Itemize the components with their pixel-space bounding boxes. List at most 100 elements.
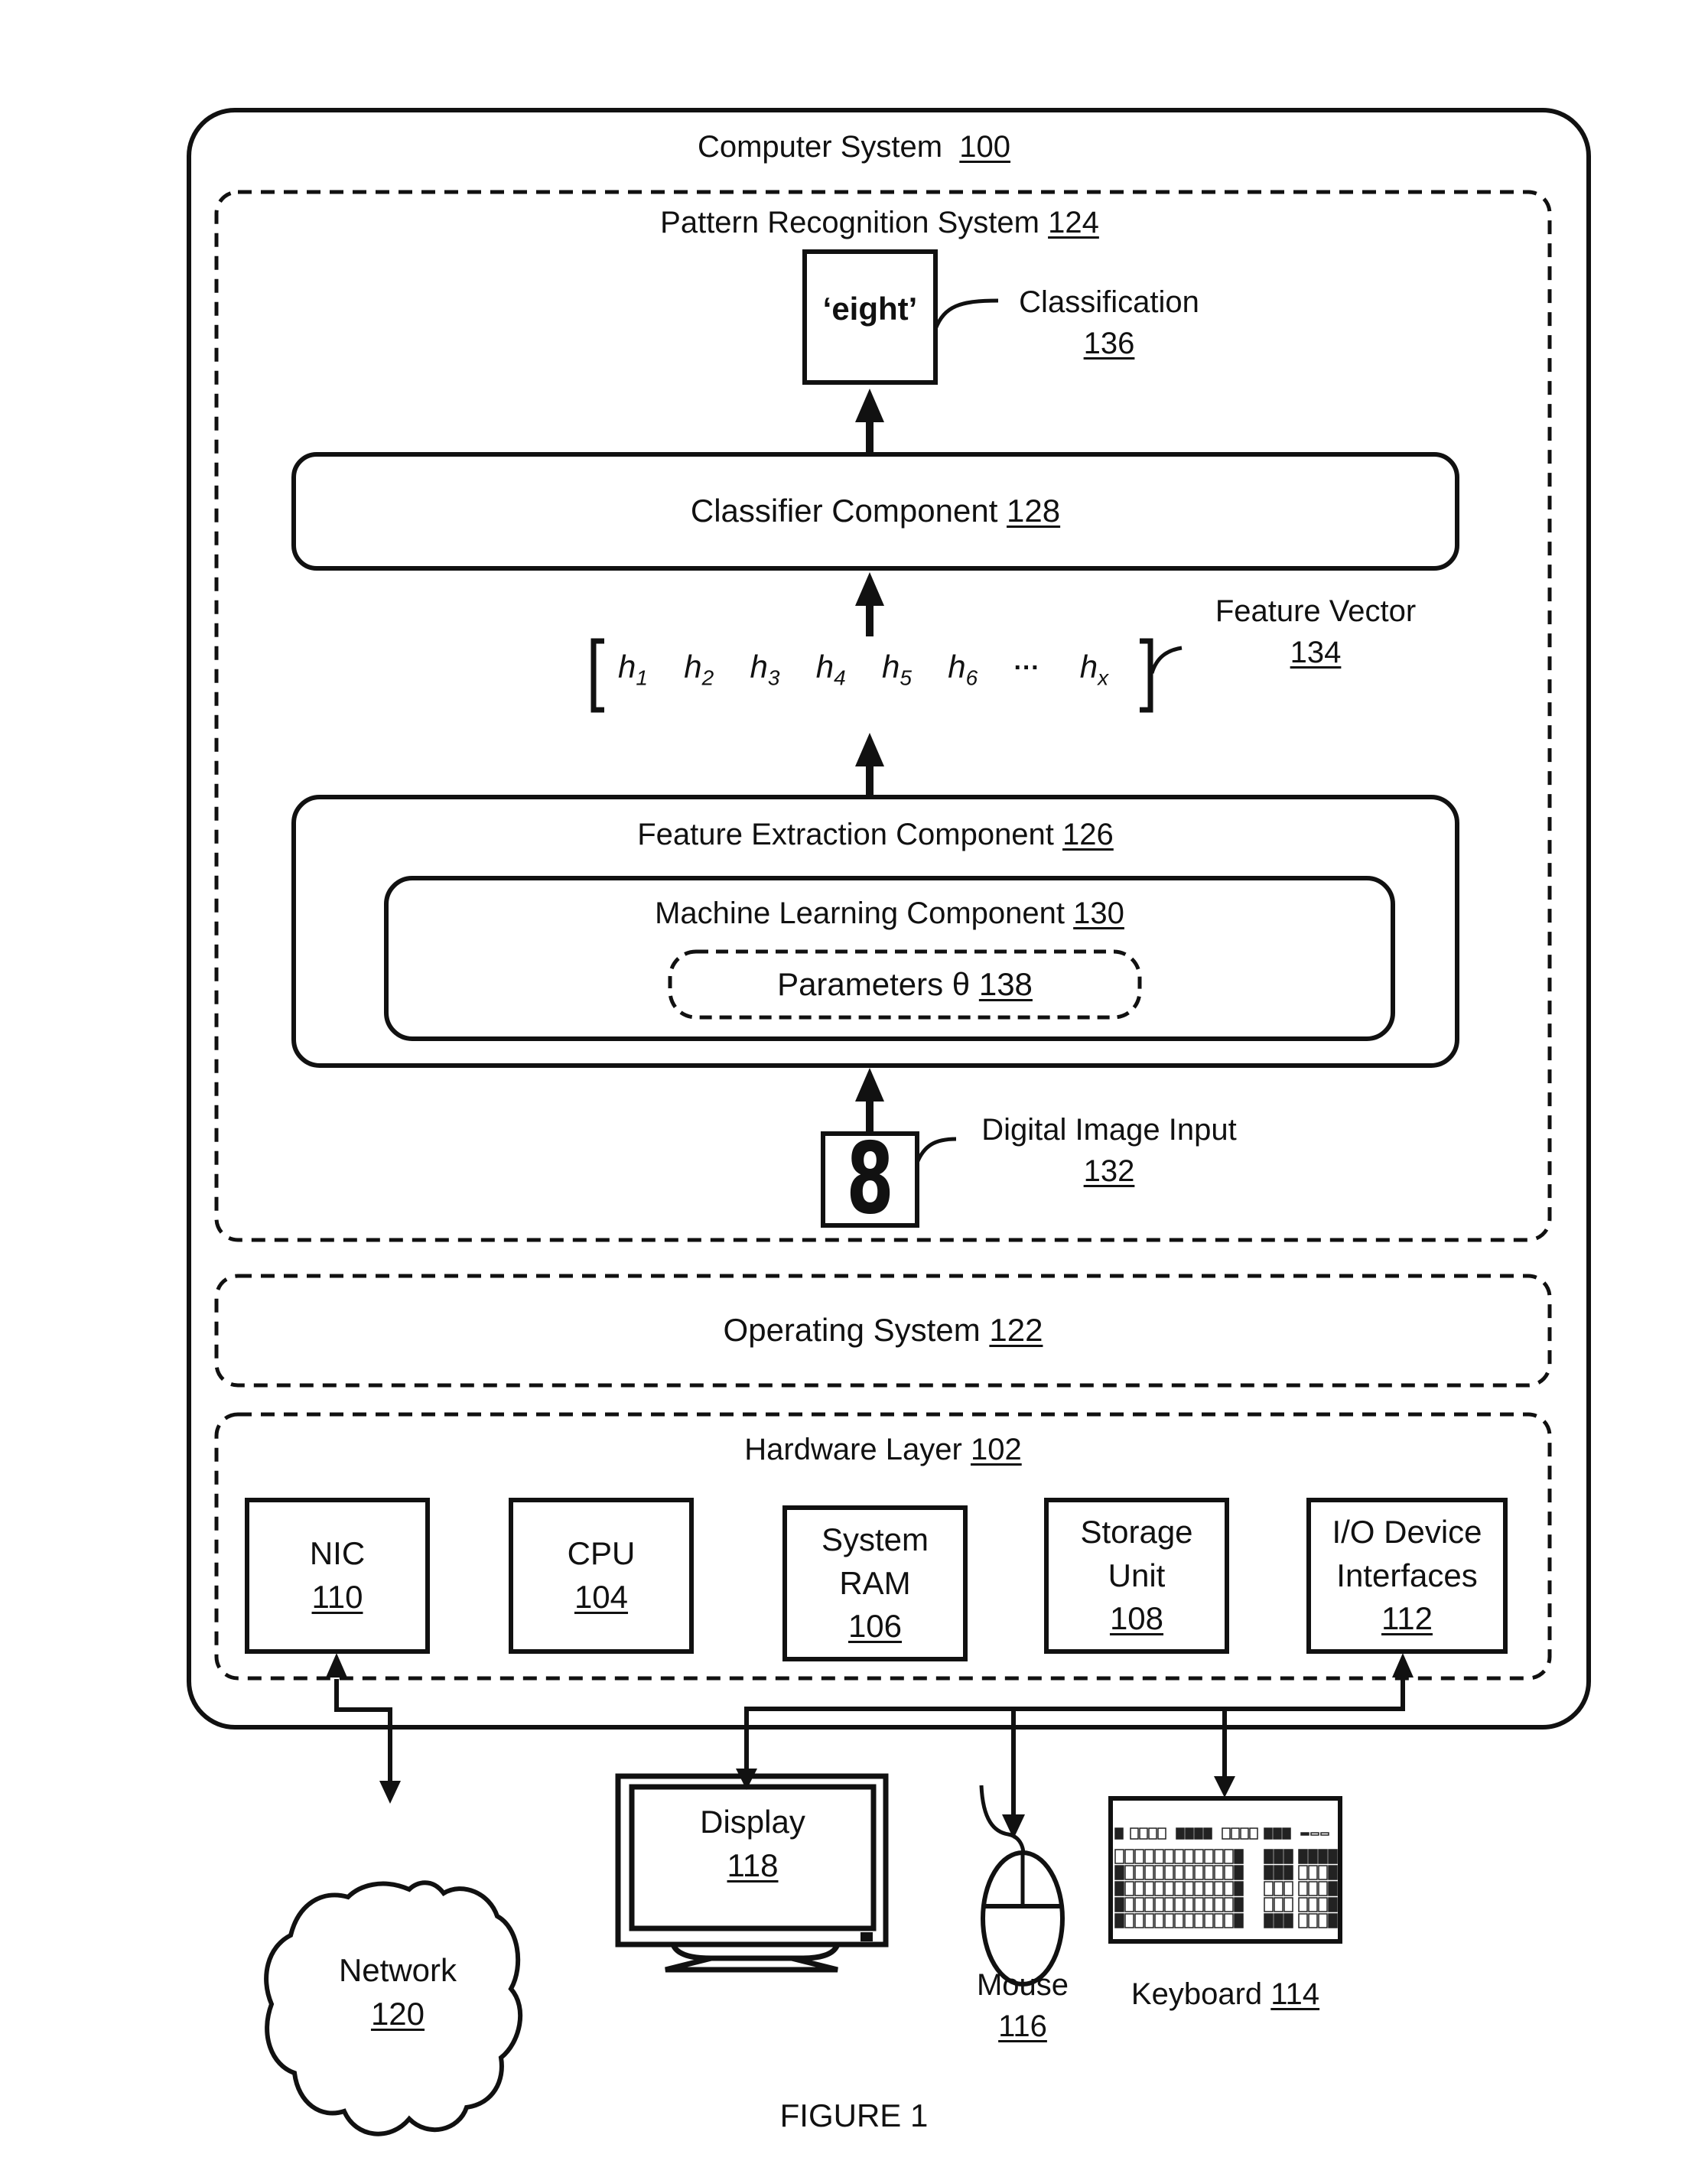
io-label-line1: I/O Device: [1332, 1513, 1482, 1550]
keyboard-key: [1282, 1827, 1291, 1840]
arrowhead-keyboard: [1214, 1776, 1235, 1798]
feature-vector-subscript: 5: [900, 665, 912, 690]
arrowhead-classification: [855, 389, 884, 422]
keyboard-key: [1114, 1913, 1124, 1928]
parameters-ref: 138: [978, 965, 1033, 1002]
keyboard-key: [1184, 1865, 1194, 1880]
keyboard-key: [1308, 1849, 1318, 1864]
feature-extraction-title: Feature Extraction Component 126: [294, 814, 1457, 855]
keyboard-key: [1114, 1865, 1124, 1880]
nic-ref: 110: [311, 1579, 363, 1615]
keyboard-key: [1203, 1827, 1212, 1840]
keyboard-key: [1204, 1897, 1214, 1912]
keyboard-key: [1274, 1881, 1283, 1896]
hardware-storage-unit: Storage Unit 108: [1046, 1500, 1227, 1651]
classifier-label: Classifier Component: [690, 493, 998, 529]
keyboard-key: [1164, 1913, 1174, 1928]
keyboard-key: [1283, 1881, 1293, 1896]
keyboard-key: [1214, 1865, 1224, 1880]
keyboard-key: [1194, 1827, 1203, 1840]
feature-vector-subscript: 2: [701, 665, 714, 690]
keyboard-key: [1234, 1865, 1244, 1880]
keyboard-key: [1114, 1849, 1124, 1864]
keyboard-key: [1264, 1897, 1274, 1912]
keyboard-key: [1134, 1897, 1144, 1912]
keyboard-key: [1214, 1849, 1224, 1864]
feature-vector-element: h5: [882, 649, 912, 690]
keyboard-key: [1194, 1897, 1204, 1912]
classification-output: ‘eight’: [805, 252, 935, 382]
feature-vector: h1 h2 h3 h4 h5 h6 ··· hx: [612, 649, 1140, 702]
ram-label-line1: System: [821, 1521, 929, 1557]
feature-vector-element: h6: [948, 649, 978, 690]
keyboard-key: [1124, 1849, 1134, 1864]
keyboard-key: [1308, 1897, 1318, 1912]
storage-ref: 108: [1109, 1600, 1164, 1637]
nic-network-connector: [334, 1679, 392, 1787]
classification-ref: 136: [1083, 327, 1135, 360]
keyboard-key: [1164, 1865, 1174, 1880]
keyboard-key: [1144, 1849, 1154, 1864]
keyboard-key: [1184, 1849, 1194, 1864]
classifier-component: Classifier Component 128: [294, 454, 1457, 568]
keyboard-key: [1283, 1913, 1293, 1928]
keyboard-key: [1130, 1827, 1139, 1840]
keyboard-key: [1204, 1881, 1214, 1896]
display-label-block: Display 118: [632, 1787, 874, 1902]
digital-image-callout: Digital Image Input 132: [948, 1109, 1270, 1192]
vector-left-bracket: [590, 638, 604, 713]
parameters: Parameters θ 138: [670, 952, 1140, 1017]
arrowhead-classifier: [855, 572, 884, 606]
classification-callout: Classification 136: [987, 281, 1231, 364]
keyboard-label: Keyboard: [1131, 1977, 1263, 2011]
hardware-nic: NIC 110: [247, 1500, 428, 1651]
digital-image-ref: 132: [1083, 1154, 1135, 1188]
parameters-label: Parameters θ: [777, 965, 971, 1002]
machine-learning-title: Machine Learning Component 130: [386, 893, 1393, 934]
keyboard-key: [1114, 1897, 1124, 1912]
feature-vector-element: h4: [815, 649, 846, 690]
keyboard-key: [1318, 1897, 1328, 1912]
network-label-block: Network 120: [291, 1866, 505, 2119]
keyboard-key: [1298, 1881, 1308, 1896]
keyboard-key: [1176, 1827, 1185, 1840]
mouse-label-block: Mouse 116: [946, 1964, 1099, 2047]
keyboard-key: [1274, 1897, 1283, 1912]
classification-output-text: ‘eight’: [822, 291, 918, 327]
keyboard-key: [1308, 1881, 1318, 1896]
machine-learning-label: Machine Learning Component: [655, 897, 1065, 930]
keyboard-key: [1154, 1849, 1164, 1864]
keyboard-key: [1154, 1881, 1164, 1896]
network-label: Network: [338, 1952, 457, 1989]
feature-extraction-label: Feature Extraction Component: [637, 818, 1054, 851]
keyboard-key: [1300, 1832, 1309, 1836]
keyboard-key: [1124, 1897, 1134, 1912]
hardware-system-ram: System RAM 106: [785, 1508, 965, 1659]
arrowhead-io: [1392, 1653, 1414, 1677]
keyboard-key: [1164, 1897, 1174, 1912]
keyboard-key: [1134, 1881, 1144, 1896]
mouse-label: Mouse: [976, 1968, 1069, 2002]
io-ref: 112: [1381, 1600, 1433, 1637]
keyboard-key: [1214, 1881, 1224, 1896]
keyboard-key: [1328, 1865, 1338, 1880]
network-ref: 120: [370, 1996, 425, 2032]
digit-eight-image-icon: 8: [846, 1122, 894, 1236]
keyboard-key: [1283, 1865, 1293, 1880]
ram-label-line2: RAM: [839, 1564, 911, 1601]
feature-vector-element: h2: [684, 649, 714, 690]
hardware-layer-label: Hardware Layer: [744, 1433, 962, 1466]
feature-vector-label: Feature Vector: [1215, 594, 1417, 628]
keyboard-key: [1174, 1849, 1184, 1864]
hardware-layer-ref: 102: [970, 1433, 1022, 1466]
keyboard-key: [1174, 1913, 1184, 1928]
display-label: Display: [700, 1804, 805, 1840]
classification-label: Classification: [1019, 285, 1199, 319]
feature-vector-callout: Feature Vector 134: [1193, 591, 1438, 673]
feature-vector-ref: 134: [1290, 636, 1342, 669]
keyboard-key: [1283, 1897, 1293, 1912]
keyboard-key: [1240, 1827, 1249, 1840]
keyboard-key: [1114, 1827, 1124, 1840]
arrowhead-nic: [326, 1653, 347, 1677]
pattern-recognition-ref: 124: [1048, 206, 1099, 239]
